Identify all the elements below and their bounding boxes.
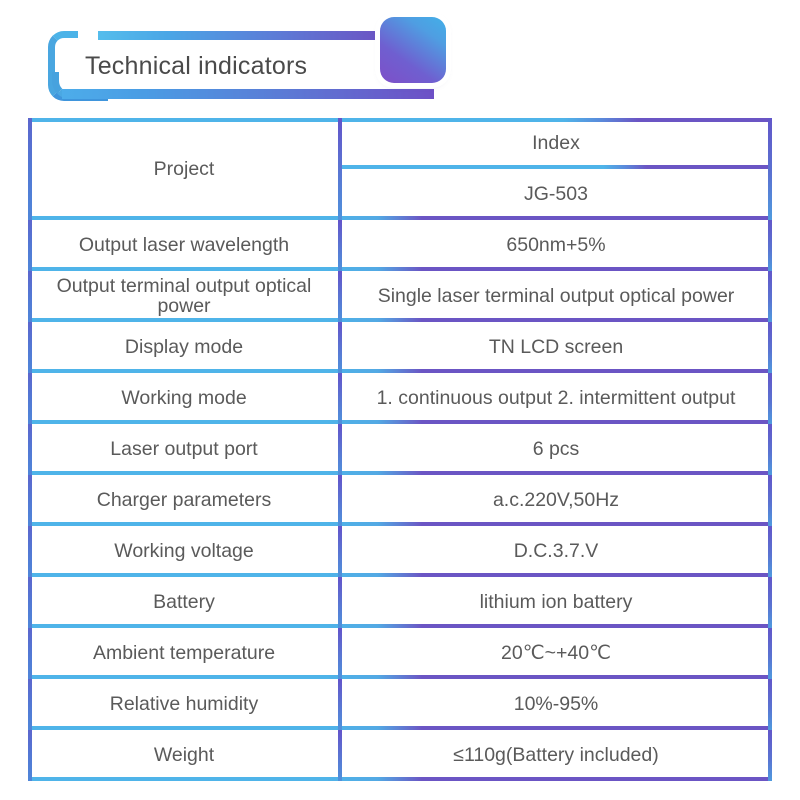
table-column-divider [338,118,342,220]
table-column-divider [338,424,342,475]
table-left-border [28,475,32,526]
table-row: Battery lithium ion battery [28,577,772,628]
table-cell-value-text: Index [532,132,580,154]
table-right-border [768,679,772,730]
table-cell-label: Working mode [121,387,247,410]
table-row: Relative humidity 10%-95% [28,679,772,730]
table-cell-value: Index [340,118,772,169]
table-column-divider [338,220,342,271]
table-cell-value: 20℃~+40℃ [501,642,611,665]
table-column-divider [338,526,342,577]
table-row: Weight ≤110g(Battery included) [28,730,772,781]
table-column-divider [338,475,342,526]
table-cell-value: 6 pcs [532,438,580,461]
table-column-divider [338,271,342,322]
table-left-border [28,373,32,424]
table-right-border [768,730,772,781]
table-left-border [28,118,32,220]
table-row: Output terminal output optical power Sin… [28,271,772,322]
header-bottom-bar-decoration [62,89,434,99]
table-row: Working mode 1. continuous output 2. int… [28,373,772,424]
table-cell-value: a.c.220V,50Hz [492,489,620,512]
table-cell-label: Charger parameters [96,489,272,512]
table-row: Ambient temperature 20℃~+40℃ [28,628,772,679]
table-column-divider [338,628,342,679]
page-title: Technical indicators [85,52,308,80]
table-row: Charger parameters a.c.220V,50Hz [28,475,772,526]
table-right-border [768,373,772,424]
table-cell-label: Laser output port [110,438,258,461]
table-left-border [28,322,32,373]
table-cell-value: JG-503 [340,169,772,220]
table-column-divider [338,373,342,424]
table-cell-label: Ambient temperature [92,642,276,665]
table-right-border [768,475,772,526]
table-left-border [28,679,32,730]
table-cell-value-text: JG-503 [524,183,588,205]
table-cell-label: Relative humidity [109,693,259,716]
table-column-divider [338,322,342,373]
table-right-border [768,118,772,220]
table-cell-value: ≤110g(Battery included) [453,744,659,767]
table-right-border [768,424,772,475]
table-column-divider [338,730,342,781]
table-left-border [28,424,32,475]
table-cell-value: lithium ion battery [479,591,633,614]
table-left-border [28,220,32,271]
table-cell-value: 10%-95% [513,693,599,716]
table-row: Laser output port 6 pcs [28,424,772,475]
table-left-border [28,730,32,781]
technical-indicators-table: Project Index JG-503 Output laser wavele… [28,118,772,781]
header-gradient-square-icon [380,17,446,83]
table-right-border [768,271,772,322]
table-row: Output laser wavelength 650nm+5% [28,220,772,271]
header-top-bar-decoration [98,31,378,40]
table-row: Display mode TN LCD screen [28,322,772,373]
table-left-border [28,271,32,322]
table-right-border [768,220,772,271]
table-cell-value: 650nm+5% [506,234,606,257]
table-cell-label: Project [153,157,215,180]
table-cell-label: Display mode [124,336,244,359]
table-cell-value-group: Index JG-503 [340,118,772,220]
table-left-border [28,526,32,577]
table-row: Working voltage D.C.3.7.V [28,526,772,577]
table-cell-label: Weight [153,744,215,767]
table-column-divider [338,679,342,730]
table-right-border [768,577,772,628]
table-cell-label: Output laser wavelength [78,234,290,257]
table-cell-value: TN LCD screen [488,336,624,359]
table-left-border [28,628,32,679]
table-left-border [28,577,32,628]
table-row: Project Index JG-503 [28,118,772,220]
table-cell-value: Single laser terminal output optical pow… [377,284,735,307]
table-right-border [768,628,772,679]
page-header: Technical indicators [0,0,800,115]
table-cell-label: Battery [153,591,215,614]
table-right-border [768,526,772,577]
table-cell-value: D.C.3.7.V [513,540,599,563]
table-column-divider [338,577,342,628]
table-right-border [768,322,772,373]
table-cell-value: 1. continuous output 2. intermittent out… [376,386,736,409]
table-cell-label: Output terminal output optical power [56,275,312,317]
table-cell-label: Working voltage [114,540,254,563]
